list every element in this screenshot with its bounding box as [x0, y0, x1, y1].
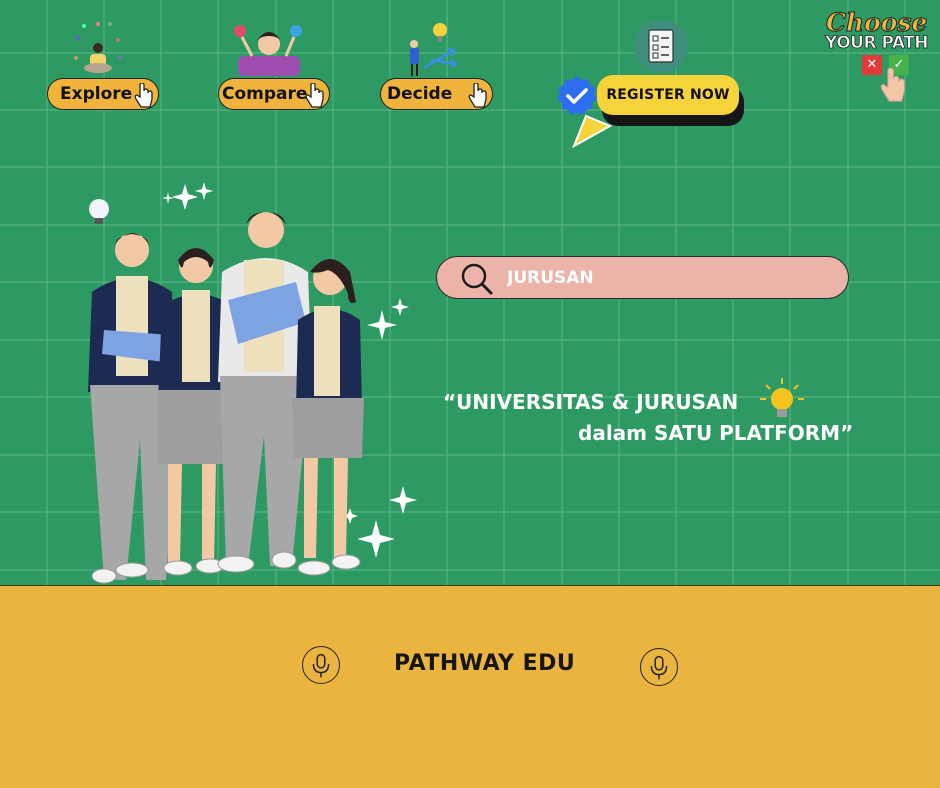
logo-your-path: YOUR PATH	[825, 33, 929, 54]
pointer-hand-icon	[134, 83, 153, 108]
meditating-person-icon	[74, 22, 122, 73]
verified-badge-icon	[557, 76, 597, 115]
pointer-hand-icon	[880, 68, 906, 102]
search-bar[interactable]	[436, 256, 849, 299]
brand-name: PATHWAY EDU	[394, 651, 576, 676]
decide-button[interactable]: Decide	[380, 78, 493, 110]
register-label: REGISTER NOW	[606, 87, 730, 103]
explore-label: Explore	[60, 84, 133, 104]
register-now-button[interactable]: REGISTER NOW	[597, 75, 739, 115]
tagline-line1: “UNIVERSITAS & JURUSAN	[443, 390, 739, 414]
search-icon	[461, 263, 493, 295]
pointer-hand-icon	[305, 83, 324, 108]
hero-section: Explore Compare Decide REGISTER NOW Choo…	[0, 0, 940, 585]
search-input[interactable]	[507, 266, 827, 290]
checklist-clipboard-icon	[634, 19, 688, 73]
compare-label: Compare	[222, 84, 308, 104]
microphone-icon	[640, 648, 678, 686]
lightbulb-icon	[89, 199, 109, 224]
explore-button[interactable]: Explore	[47, 78, 159, 110]
tagline-line2: dalam SATU PLATFORM”	[578, 421, 854, 445]
lightbulb-icon	[760, 378, 804, 417]
thinking-woman-icon	[234, 25, 302, 76]
pointer-hand-icon	[468, 83, 487, 108]
microphone-icon	[302, 646, 340, 684]
compare-button[interactable]: Compare	[218, 78, 330, 110]
decide-label: Decide	[387, 84, 453, 104]
footer-section: PATHWAY EDU	[0, 585, 940, 788]
students-illustration	[88, 182, 417, 584]
decision-arrows-icon	[410, 23, 459, 76]
